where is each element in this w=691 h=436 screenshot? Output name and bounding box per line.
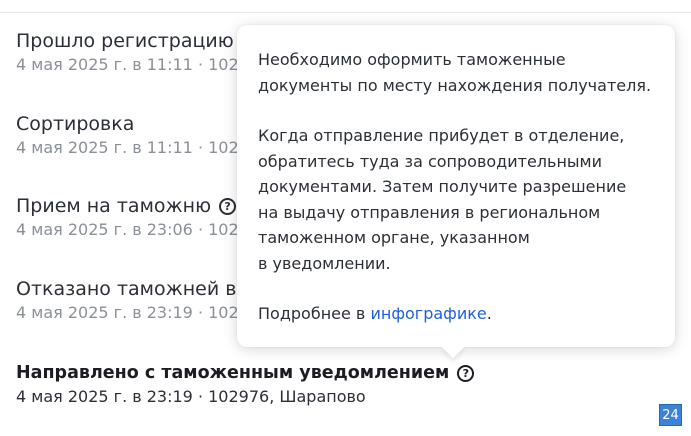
event-title-text: Прошло регистрацию (16, 30, 234, 52)
event-title-text: Направлено с таможенным уведомлением (16, 363, 450, 383)
tooltip-more-suffix: . (486, 304, 492, 323)
tooltip-arrow (441, 335, 465, 359)
customs-info-tooltip: Необходимо оформить таможенные документы… (237, 25, 675, 359)
event-title-text: Сортировка (16, 113, 135, 135)
event-title-text: Отказано таможней в в (16, 278, 254, 300)
event-item-customs-notice: Направлено с таможенным уведомлением ? 4… (16, 361, 676, 407)
event-title-text: Прием на таможню (16, 195, 212, 217)
tracking-page: Прошло регистрацию 4 мая 2025 г. в 11:11… (0, 0, 691, 436)
infographic-link[interactable]: инфографике (370, 304, 486, 323)
tooltip-paragraph: Необходимо оформить таможенные документы… (258, 50, 652, 95)
corner-badge: 24 (659, 404, 682, 426)
event-title: Направлено с таможенным уведомлением ? (16, 361, 676, 385)
tooltip-more: Подробнее в инфографике. (258, 301, 655, 327)
tooltip-more-prefix: Подробнее в (258, 304, 371, 323)
top-divider (0, 12, 691, 13)
help-icon[interactable]: ? (219, 197, 237, 215)
tooltip-paragraph: Когда отправление прибудет в отделение, … (258, 126, 627, 273)
event-meta: 4 мая 2025 г. в 23:19 · 102976, Шарапово (16, 387, 366, 406)
help-icon[interactable]: ? (457, 364, 475, 382)
